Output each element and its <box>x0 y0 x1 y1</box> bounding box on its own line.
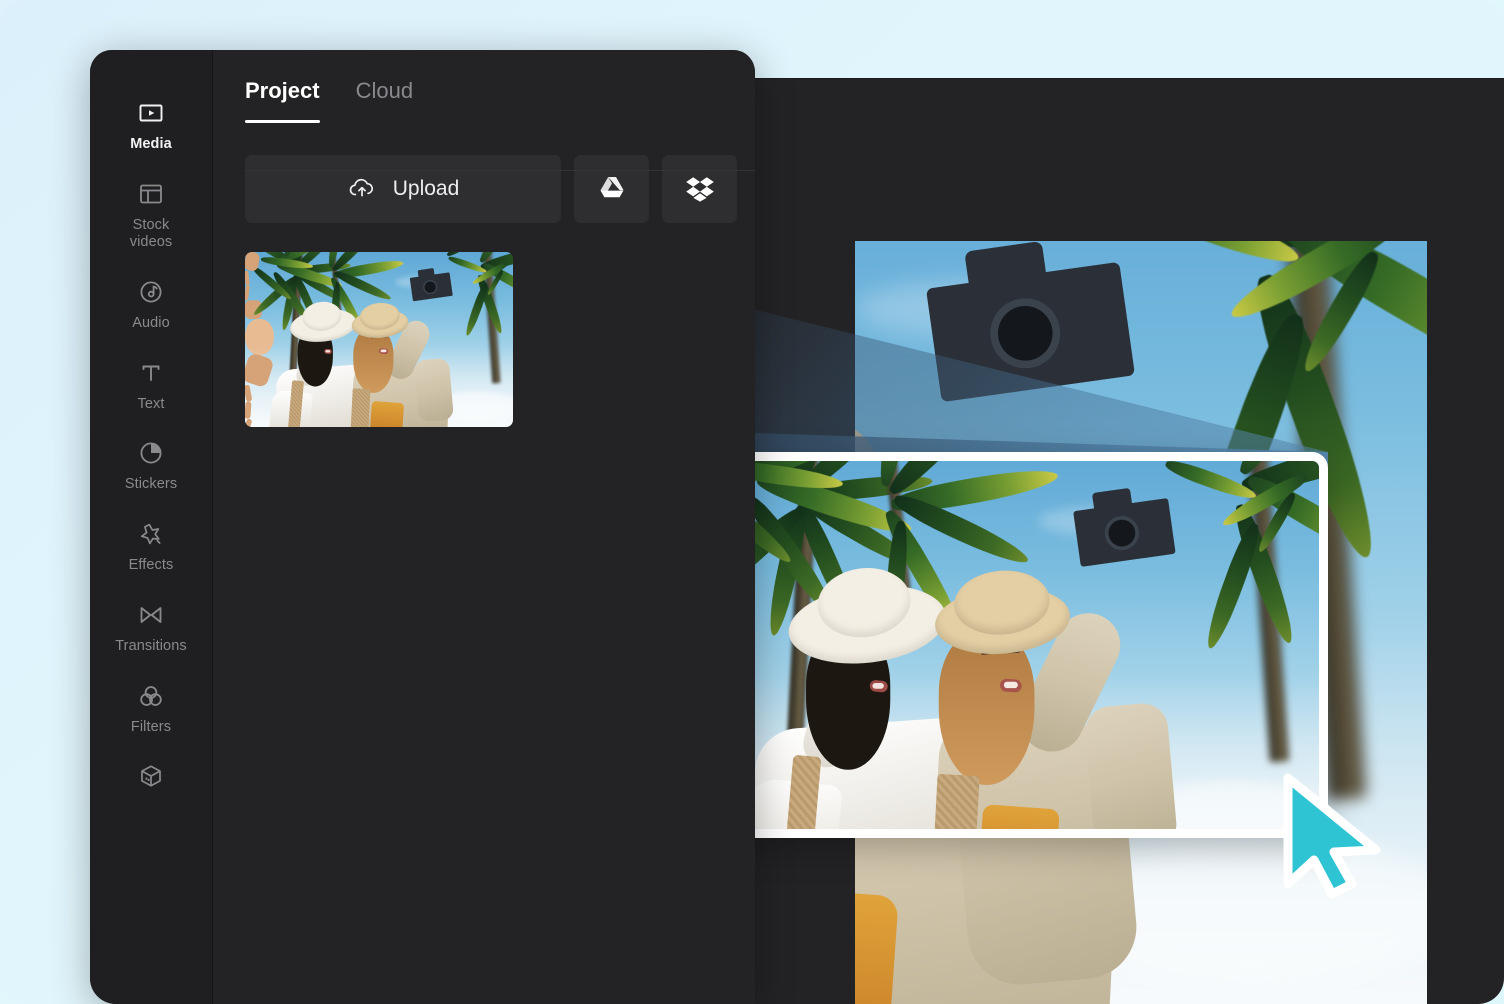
media-panel: Media Stock videos Audio Text Stickers E… <box>90 50 755 1004</box>
sidebar-item-label: Transitions <box>115 637 187 654</box>
sidebar-item-media[interactable]: Media <box>90 86 212 167</box>
google-drive-icon <box>597 174 627 205</box>
sidebar-item-audio[interactable]: Audio <box>90 265 212 346</box>
media-icon <box>137 99 165 127</box>
upload-row: Upload <box>245 155 755 223</box>
sidebar-item-stickers[interactable]: Stickers <box>90 426 212 507</box>
media-panel-content: Project Cloud Upload <box>213 50 755 1004</box>
effects-icon <box>137 520 165 548</box>
drag-preview-photo <box>681 461 1319 829</box>
dropbox-button[interactable] <box>662 155 737 223</box>
sidebar-item-label: Filters <box>130 718 172 735</box>
media-tabs: Project Cloud <box>245 78 755 123</box>
sidebar-item-filters[interactable]: Filters <box>90 669 212 750</box>
sidebar-item-titles[interactable] <box>90 749 212 812</box>
media-item-photo <box>245 252 513 427</box>
dropbox-icon <box>685 174 715 205</box>
cloud-upload-icon <box>347 173 377 206</box>
tabs-divider <box>245 170 755 171</box>
cube-icon <box>137 762 165 790</box>
stickers-icon <box>137 439 165 467</box>
tab-cloud[interactable]: Cloud <box>356 78 413 123</box>
sidebar-item-label: Text <box>137 395 165 412</box>
media-item-thumbnail[interactable] <box>245 252 513 427</box>
upload-button[interactable]: Upload <box>245 155 561 223</box>
tab-project[interactable]: Project <box>245 78 320 123</box>
sidebar-item-stock-videos[interactable]: Stock videos <box>90 167 212 265</box>
audio-icon <box>137 278 165 306</box>
upload-button-label: Upload <box>392 177 460 200</box>
text-icon <box>137 359 165 387</box>
sidebar-item-label: Stock videos <box>129 216 173 251</box>
sidebar-item-effects[interactable]: Effects <box>90 507 212 588</box>
drag-preview-card[interactable] <box>672 452 1328 838</box>
google-drive-button[interactable] <box>574 155 649 223</box>
media-grid <box>245 252 755 427</box>
sidebar-item-text[interactable]: Text <box>90 346 212 427</box>
sidebar-item-label: Audio <box>132 315 170 332</box>
transitions-icon <box>137 601 165 629</box>
stock-videos-icon <box>137 180 165 208</box>
sidebar-item-transitions[interactable]: Transitions <box>90 588 212 669</box>
sidebar: Media Stock videos Audio Text Stickers E… <box>90 50 213 1004</box>
sidebar-item-label: Stickers <box>124 476 178 493</box>
sidebar-item-label: Media <box>130 136 172 152</box>
filters-icon <box>137 682 165 710</box>
sidebar-item-label: Effects <box>128 557 174 574</box>
app-frame: Media Stock videos Audio Text Stickers E… <box>0 0 1504 1004</box>
